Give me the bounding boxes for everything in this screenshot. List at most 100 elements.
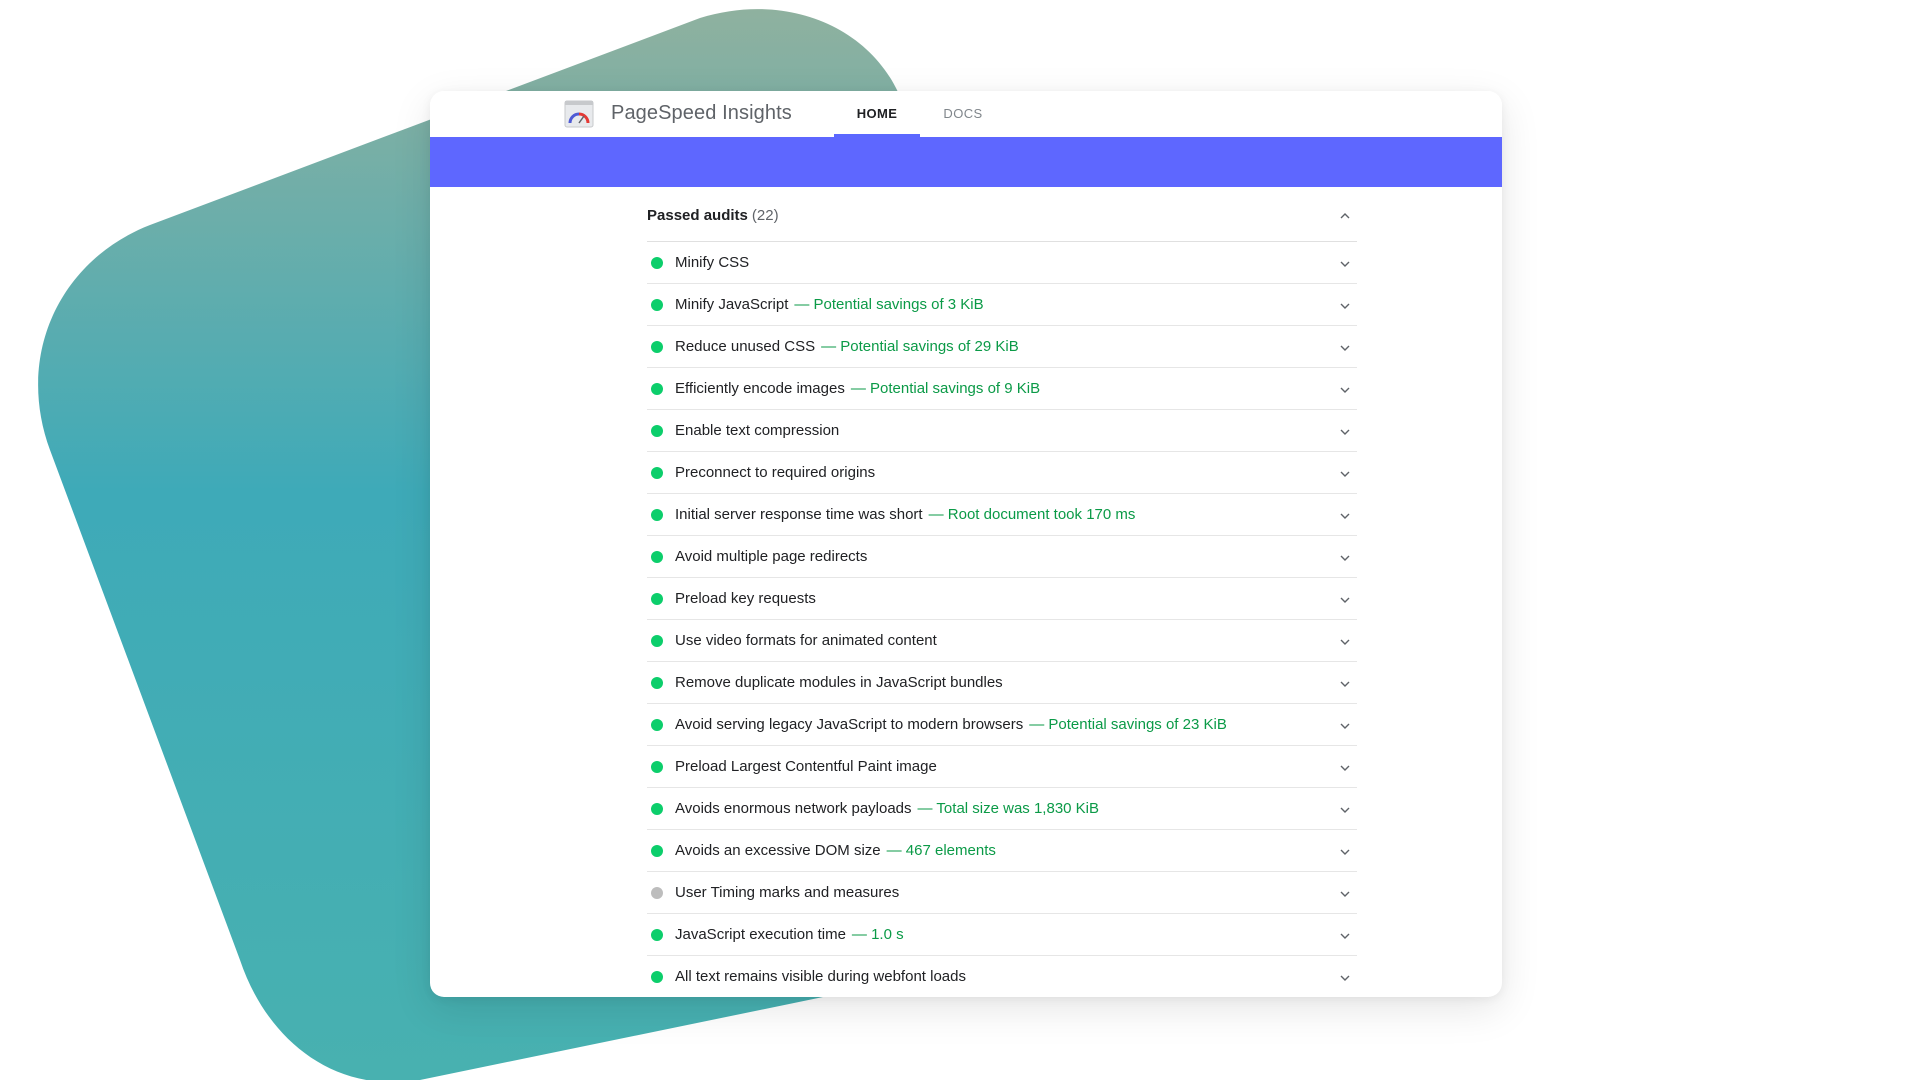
audit-text: Preload key requests xyxy=(675,590,816,607)
audit-text: Avoids enormous network payloads — Total … xyxy=(675,800,1099,817)
audit-label: Preload key requests xyxy=(675,590,816,607)
audit-row[interactable]: JavaScript execution time — 1.0 s xyxy=(647,914,1357,956)
audit-row[interactable]: Preload Largest Contentful Paint image xyxy=(647,746,1357,788)
audit-label: Initial server response time was short xyxy=(675,506,923,523)
app-title: PageSpeed Insights xyxy=(611,102,792,124)
pass-status-dot xyxy=(651,929,663,941)
pass-status-dot xyxy=(651,971,663,983)
audit-row[interactable]: All text remains visible during webfont … xyxy=(647,956,1357,997)
audit-text: Use video formats for animated content xyxy=(675,632,937,649)
chevron-down-icon[interactable] xyxy=(1339,721,1351,731)
pass-status-dot xyxy=(651,383,663,395)
audit-row[interactable]: Initial server response time was short — … xyxy=(647,494,1357,536)
audit-row[interactable]: Reduce unused CSS — Potential savings of … xyxy=(647,326,1357,368)
chevron-down-icon[interactable] xyxy=(1339,637,1351,647)
pass-status-dot xyxy=(651,719,663,731)
chevron-down-icon[interactable] xyxy=(1339,511,1351,521)
top-navigation-bar: PageSpeed Insights HOME DOCS xyxy=(430,91,1502,137)
audit-label: Avoids enormous network payloads xyxy=(675,800,912,817)
audit-row[interactable]: User Timing marks and measures xyxy=(647,872,1357,914)
audit-row[interactable]: Avoid multiple page redirects xyxy=(647,536,1357,578)
audit-detail: — 467 elements xyxy=(886,842,996,859)
audit-detail: — Root document took 170 ms xyxy=(928,506,1136,523)
audit-text: Initial server response time was short — … xyxy=(675,506,1135,523)
chevron-down-icon[interactable] xyxy=(1339,343,1351,353)
audit-row[interactable]: Avoids enormous network payloads — Total … xyxy=(647,788,1357,830)
audit-text: Avoid serving legacy JavaScript to moder… xyxy=(675,716,1227,733)
audit-row[interactable]: Remove duplicate modules in JavaScript b… xyxy=(647,662,1357,704)
audit-row[interactable]: Avoid serving legacy JavaScript to moder… xyxy=(647,704,1357,746)
audit-row[interactable]: Minify CSS xyxy=(647,242,1357,284)
audit-text: User Timing marks and measures xyxy=(675,884,899,901)
audit-row[interactable]: Preload key requests xyxy=(647,578,1357,620)
chevron-down-icon[interactable] xyxy=(1339,301,1351,311)
pass-status-dot xyxy=(651,845,663,857)
pass-status-dot xyxy=(651,677,663,689)
chevron-down-icon[interactable] xyxy=(1339,805,1351,815)
audit-row[interactable]: Enable text compression xyxy=(647,410,1357,452)
audit-label: User Timing marks and measures xyxy=(675,884,900,901)
pagespeed-logo-icon xyxy=(564,100,594,128)
pass-status-dot xyxy=(651,509,663,521)
passed-audits-header[interactable]: Passed audits (22) xyxy=(647,187,1357,242)
audit-label: Avoid multiple page redirects xyxy=(675,548,868,565)
pass-status-dot xyxy=(651,341,663,353)
audit-detail: — Potential savings of 9 KiB xyxy=(850,380,1041,397)
chevron-down-icon[interactable] xyxy=(1339,259,1351,269)
passed-audits-panel: Passed audits (22) Minify CSS Minify JavaS… xyxy=(647,187,1357,997)
audit-label: Avoid serving legacy JavaScript to moder… xyxy=(675,716,1024,733)
audit-detail: — Total size was 1,830 KiB xyxy=(917,800,1100,817)
audit-detail: — Potential savings of 23 KiB xyxy=(1029,716,1227,733)
chevron-down-icon[interactable] xyxy=(1339,427,1351,437)
audit-list: Minify CSS Minify JavaScript — Potential s… xyxy=(647,242,1357,997)
audit-text: Enable text compression xyxy=(675,422,839,439)
audit-text: Avoids an excessive DOM size — 467 elemen… xyxy=(675,842,996,859)
audit-row[interactable]: Avoids an excessive DOM size — 467 elemen… xyxy=(647,830,1357,872)
audit-text: Minify JavaScript — Potential savings of … xyxy=(675,296,984,313)
chevron-up-icon[interactable] xyxy=(1339,211,1351,221)
chevron-down-icon[interactable] xyxy=(1339,469,1351,479)
pagespeed-window: PageSpeed Insights HOME DOCS Passed audi… xyxy=(430,91,1502,997)
audit-detail: — Potential savings of 29 KiB xyxy=(821,338,1019,355)
section-title-label: Passed audits xyxy=(647,207,748,224)
audit-row[interactable]: Efficiently encode images — Potential sav… xyxy=(647,368,1357,410)
audit-text: Preload Largest Contentful Paint image xyxy=(675,758,937,775)
audit-label: Reduce unused CSS xyxy=(675,338,816,355)
audit-label: Preconnect to required origins xyxy=(675,464,876,481)
audit-label: Efficiently encode images xyxy=(675,380,845,397)
audit-label: JavaScript execution time xyxy=(675,926,846,943)
chevron-down-icon[interactable] xyxy=(1339,763,1351,773)
audit-text: Preconnect to required origins xyxy=(675,464,875,481)
pass-status-dot xyxy=(651,635,663,647)
chevron-down-icon[interactable] xyxy=(1339,385,1351,395)
audit-label: Minify CSS xyxy=(675,254,750,271)
audit-label: Minify JavaScript xyxy=(675,296,789,313)
pass-status-dot xyxy=(651,803,663,815)
tab-docs[interactable]: DOCS xyxy=(920,91,1006,137)
audit-label: Avoids an excessive DOM size xyxy=(675,842,881,859)
audit-row[interactable]: Preconnect to required origins xyxy=(647,452,1357,494)
chevron-down-icon[interactable] xyxy=(1339,973,1351,983)
pass-status-dot xyxy=(651,761,663,773)
chevron-down-icon[interactable] xyxy=(1339,931,1351,941)
audit-text: Avoid multiple page redirects xyxy=(675,548,867,565)
audit-row[interactable]: Use video formats for animated content xyxy=(647,620,1357,662)
chevron-down-icon[interactable] xyxy=(1339,889,1351,899)
audit-row[interactable]: Minify JavaScript — Potential savings of … xyxy=(647,284,1357,326)
audit-text: Efficiently encode images — Potential sav… xyxy=(675,380,1040,397)
chevron-down-icon[interactable] xyxy=(1339,679,1351,689)
audit-text: JavaScript execution time — 1.0 s xyxy=(675,926,904,943)
audit-text: All text remains visible during webfont … xyxy=(675,968,966,985)
chevron-down-icon[interactable] xyxy=(1339,595,1351,605)
section-title: Passed audits (22) xyxy=(647,207,779,224)
chevron-down-icon[interactable] xyxy=(1339,847,1351,857)
chevron-down-icon[interactable] xyxy=(1339,553,1351,563)
tab-home[interactable]: HOME xyxy=(834,91,920,137)
page-stage: PageSpeed Insights HOME DOCS Passed audi… xyxy=(0,0,1920,1080)
audit-text: Reduce unused CSS — Potential savings of … xyxy=(675,338,1019,355)
header-banner xyxy=(430,137,1502,187)
audit-detail: — 1.0 s xyxy=(851,926,904,943)
neutral-status-dot xyxy=(651,887,663,899)
pass-status-dot xyxy=(651,425,663,437)
audit-detail: — Potential savings of 3 KiB xyxy=(794,296,984,313)
